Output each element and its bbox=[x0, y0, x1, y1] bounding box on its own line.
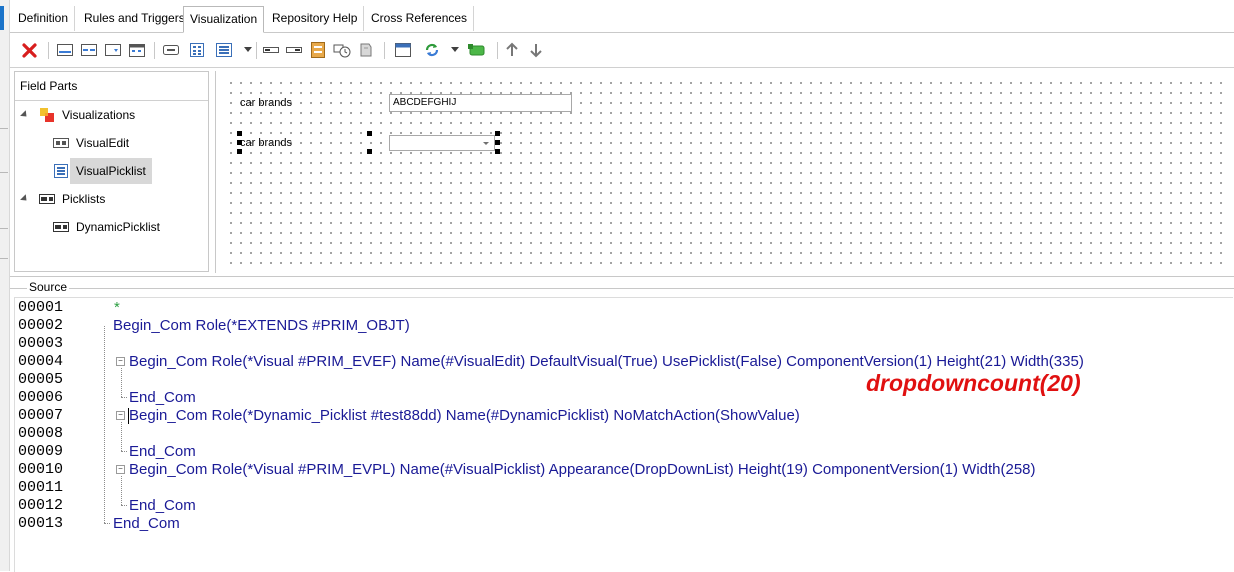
line-number: 00001 bbox=[18, 299, 64, 316]
tab-definition[interactable]: Definition bbox=[12, 6, 76, 31]
tree-item-visual-edit[interactable]: VisualEdit bbox=[52, 130, 129, 156]
horizontal-splitter[interactable] bbox=[10, 276, 1234, 277]
add-date-field-icon[interactable] bbox=[128, 41, 146, 59]
add-label-icon[interactable] bbox=[262, 41, 280, 59]
tab-rules-and-triggers[interactable]: Rules and Triggers bbox=[78, 6, 192, 31]
delete-icon[interactable] bbox=[20, 41, 38, 59]
picklists-icon bbox=[38, 191, 56, 207]
move-down-icon[interactable] bbox=[527, 41, 545, 59]
tab-visualization[interactable]: Visualization bbox=[183, 6, 265, 33]
code-line[interactable]: Begin_Com Role(*Visual #PRIM_EVEF) Name(… bbox=[129, 353, 1084, 371]
dynamic-picklist-icon bbox=[52, 219, 70, 235]
add-button-icon[interactable] bbox=[162, 41, 180, 59]
code-line[interactable]: End_Com bbox=[129, 497, 196, 515]
move-up-icon[interactable] bbox=[503, 41, 521, 59]
selection-handle[interactable] bbox=[367, 131, 372, 136]
green-action-icon[interactable] bbox=[468, 41, 486, 59]
tree-item-picklists[interactable]: Picklists bbox=[20, 186, 105, 212]
dropdown-arrow-icon bbox=[483, 142, 489, 145]
design-canvas[interactable]: car brands ABCDEFGHIJ car brands bbox=[224, 76, 1229, 272]
selection-handle[interactable] bbox=[495, 149, 500, 154]
visual-picklist-dropdown[interactable] bbox=[389, 135, 495, 151]
code-line[interactable]: Begin_Com Role(*EXTENDS #PRIM_OBJT) bbox=[113, 317, 410, 335]
tree-item-dynamic-picklist[interactable]: DynamicPicklist bbox=[52, 214, 160, 240]
add-group-icon[interactable] bbox=[309, 41, 327, 59]
collapse-toggle-icon[interactable]: − bbox=[116, 357, 125, 366]
tab-cross-references[interactable]: Cross References bbox=[365, 6, 475, 31]
tab-repository-help[interactable]: Repository Help bbox=[266, 6, 365, 31]
picklist-field-label[interactable]: car brands bbox=[240, 137, 292, 149]
add-list-icon[interactable] bbox=[215, 41, 233, 59]
selection-handle[interactable] bbox=[237, 149, 242, 154]
refresh-dropdown-caret-icon[interactable] bbox=[451, 47, 459, 52]
line-number: 00009 bbox=[18, 443, 64, 460]
add-dropdown-field-icon[interactable] bbox=[104, 41, 122, 59]
tree-item-visualizations[interactable]: Visualizations bbox=[20, 102, 135, 128]
add-spin-field-icon[interactable] bbox=[80, 41, 98, 59]
selection-handle[interactable] bbox=[495, 140, 500, 145]
toolbar bbox=[10, 33, 1234, 68]
panel-splitter[interactable] bbox=[215, 71, 216, 273]
picklist-visual-icon bbox=[52, 163, 70, 179]
refresh-icon[interactable] bbox=[423, 41, 441, 59]
add-panel-icon[interactable] bbox=[285, 41, 303, 59]
field-parts-panel: Field Parts Visualizations VisualEdit Vi… bbox=[14, 71, 209, 272]
selection-handle[interactable] bbox=[237, 140, 242, 145]
tab-bar: Definition Rules and Triggers Visualizat… bbox=[10, 0, 1234, 33]
collapse-toggle-icon[interactable]: − bbox=[116, 411, 125, 420]
add-grid-icon[interactable] bbox=[188, 41, 206, 59]
selection-handle[interactable] bbox=[237, 131, 242, 136]
visual-edit-field[interactable]: ABCDEFGHIJ bbox=[389, 94, 572, 112]
line-number: 00013 bbox=[18, 515, 64, 532]
annotation-text: dropdowncount(20) bbox=[866, 370, 1081, 396]
collapse-toggle-icon[interactable]: − bbox=[116, 465, 125, 474]
line-number: 00003 bbox=[18, 335, 64, 352]
field-parts-header: Field Parts bbox=[15, 72, 208, 101]
line-number: 00012 bbox=[18, 497, 64, 514]
line-number: 00010 bbox=[18, 461, 64, 478]
line-number: 00007 bbox=[18, 407, 64, 424]
code-line[interactable]: Begin_Com Role(*Dynamic_Picklist #test88… bbox=[129, 407, 800, 425]
code-line[interactable]: * bbox=[114, 299, 120, 317]
code-line[interactable]: End_Com bbox=[129, 389, 196, 407]
tree-item-visual-picklist[interactable]: VisualPicklist bbox=[52, 158, 152, 184]
edit-field-label[interactable]: car brands bbox=[240, 97, 292, 109]
selection-handle[interactable] bbox=[495, 131, 500, 136]
active-indicator bbox=[0, 6, 4, 30]
code-line[interactable]: End_Com bbox=[129, 443, 196, 461]
line-number: 00002 bbox=[18, 317, 64, 334]
add-timer-icon[interactable] bbox=[333, 41, 351, 59]
line-number: 00005 bbox=[18, 371, 64, 388]
line-number: 00008 bbox=[18, 425, 64, 442]
selection-handle[interactable] bbox=[367, 149, 372, 154]
list-dropdown-caret-icon[interactable] bbox=[244, 47, 252, 52]
layout-icon[interactable] bbox=[394, 41, 412, 59]
line-number: 00011 bbox=[18, 479, 64, 496]
left-edge-strip bbox=[0, 0, 10, 571]
source-editor[interactable] bbox=[14, 297, 1233, 572]
code-line[interactable]: Begin_Com Role(*Visual #PRIM_EVPL) Name(… bbox=[129, 461, 1036, 479]
expand-arrow-icon[interactable] bbox=[20, 109, 30, 119]
visualizations-folder-icon bbox=[38, 107, 56, 123]
expand-arrow-icon[interactable] bbox=[20, 193, 30, 203]
source-title: Source bbox=[27, 280, 70, 294]
line-number: 00004 bbox=[18, 353, 64, 370]
line-number: 00006 bbox=[18, 389, 64, 406]
code-line[interactable]: End_Com bbox=[113, 515, 180, 533]
edit-field-icon bbox=[52, 135, 70, 151]
add-image-icon[interactable] bbox=[357, 41, 375, 59]
add-edit-field-icon[interactable] bbox=[56, 41, 74, 59]
